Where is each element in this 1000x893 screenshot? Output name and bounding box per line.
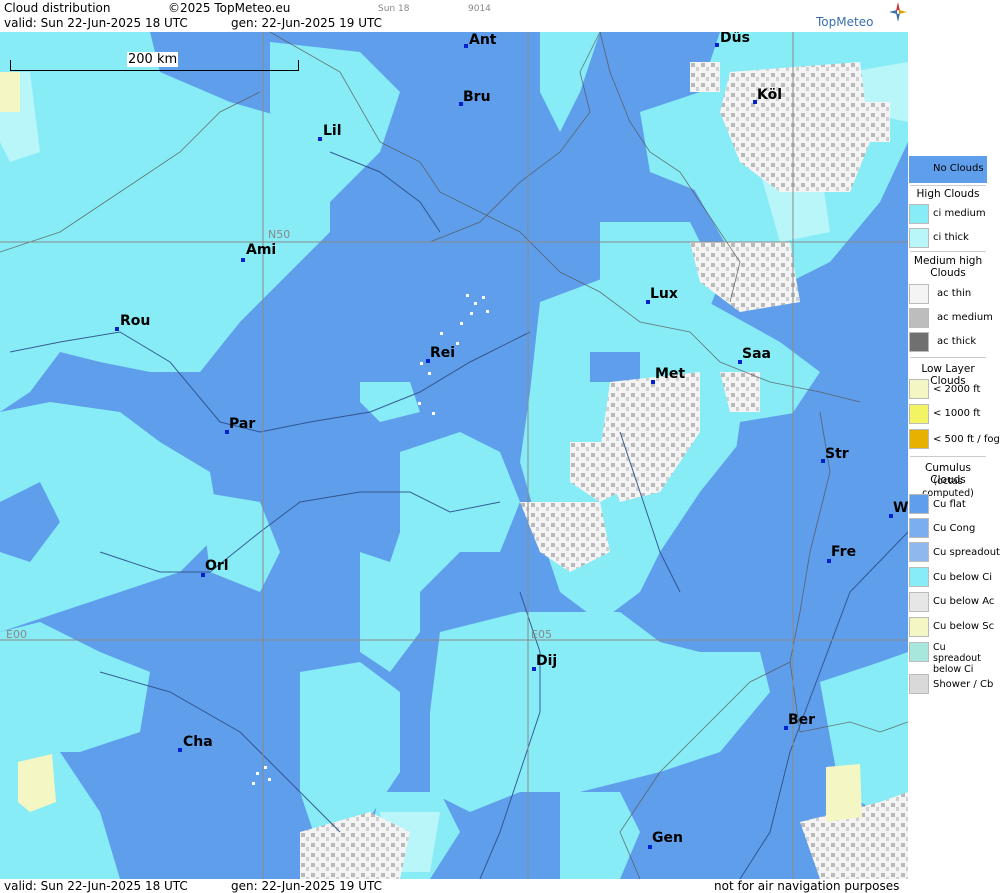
- legend-low-1000-label: < 1000 ft: [933, 408, 981, 419]
- city-label-fre: Fre: [831, 544, 857, 560]
- legend-ac-medium-swatch: [909, 308, 929, 328]
- city-label-rei: Rei: [430, 345, 456, 361]
- legend-ci-thick-label: ci thick: [933, 232, 969, 243]
- legend-low-2000-label: < 2000 ft: [933, 384, 981, 395]
- city-label-ber: Ber: [788, 712, 816, 728]
- city-label-ant: Ant: [469, 32, 497, 48]
- legend-cu-spread-below-ci-label: Cu spreadout below Ci: [933, 642, 981, 675]
- small-code: 9014: [468, 4, 491, 14]
- city-marker: [715, 43, 719, 47]
- city-label-saa: Saa: [742, 346, 771, 362]
- legend-low-2000-swatch: [909, 379, 929, 399]
- lat-label-n50: N50: [268, 228, 291, 241]
- legend-low-1000-swatch: [909, 404, 929, 424]
- header-bar: Cloud distribution ©2025 TopMeteo.eu Sun…: [0, 0, 908, 32]
- legend-cu-below-sc-swatch: [909, 617, 929, 637]
- legend-divider: [910, 185, 986, 186]
- legend-ci-thick-swatch: [909, 228, 929, 248]
- city-marker: [464, 44, 468, 48]
- city-marker: [318, 137, 322, 141]
- city-label-ami: Ami: [246, 242, 277, 258]
- legend-ac-thick-swatch: [909, 332, 929, 352]
- legend-cu-below-ac-swatch: [909, 592, 929, 612]
- city-label-orl: Orl: [205, 558, 229, 574]
- city-label-kol: Köl: [757, 87, 783, 103]
- footer-gen-time: gen: 22-Jun-2025 19 UTC: [231, 879, 383, 893]
- legend-no-clouds-label: No Clouds: [933, 163, 984, 174]
- cloud-map[interactable]: N50 E00 E05 200 km Ant Düs Bru Köl Lil A…: [0, 32, 908, 879]
- legend-cu-spreadout-label: Cu spreadout: [933, 547, 1000, 558]
- legend-low-500-label: < 500 ft / fog: [933, 434, 1000, 445]
- legend-cu-below-ci-label: Cu below Ci: [933, 572, 993, 583]
- legend-ci-medium-label: ci medium: [933, 208, 986, 219]
- footer-valid-time: valid: Sun 22-Jun-2025 18 UTC: [4, 879, 188, 893]
- legend-ac-thin-label: ac thin: [937, 288, 972, 299]
- legend-shower-swatch: [909, 674, 929, 694]
- city-marker: [241, 258, 245, 262]
- legend-shower-label: Shower / Cb: [933, 679, 994, 690]
- legend-cu-below-ac-label: Cu below Ac: [933, 596, 995, 607]
- small-time: Sun 18: [378, 4, 410, 14]
- copyright: ©2025 TopMeteo.eu: [168, 1, 291, 15]
- city-label-cha: Cha: [183, 734, 213, 750]
- legend-cu-spread-below-ci-swatch: [909, 642, 929, 662]
- legend-divider: [910, 456, 986, 457]
- city-marker: [115, 327, 119, 331]
- gen-time: gen: 22-Jun-2025 19 UTC: [231, 16, 383, 30]
- legend-cu-cong-label: Cu Cong: [933, 523, 976, 534]
- legend-medium-heading: Medium high Clouds: [913, 255, 983, 279]
- lon-label-e05: E05: [531, 628, 552, 641]
- city-marker: [178, 748, 182, 752]
- lon-label-e00: E00: [6, 628, 27, 641]
- scale-label: 200 km: [127, 52, 179, 67]
- legend-ci-medium-swatch: [909, 204, 929, 224]
- compass-icon: [889, 2, 907, 22]
- city-label-lil: Lil: [323, 123, 342, 139]
- legend-divider: [910, 251, 986, 252]
- legend-cu-below-sc-label: Cu below Sc: [933, 621, 995, 632]
- city-label-gen: Gen: [652, 830, 683, 846]
- city-label-bru: Bru: [463, 89, 491, 105]
- legend-ac-thick-label: ac thick: [937, 336, 977, 347]
- city-label-dus: Düs: [720, 32, 750, 46]
- legend-cu-flat-label: Cu flat: [933, 499, 966, 510]
- legend-cu-spreadout-swatch: [909, 542, 929, 562]
- map-title: Cloud distribution: [4, 1, 111, 15]
- legend-ac-thin-swatch: [909, 284, 929, 304]
- footer-note: not for air navigation purposes: [714, 879, 900, 893]
- city-label-par: Par: [229, 416, 256, 432]
- city-label-dij: Dij: [536, 653, 558, 669]
- city-label-rou: Rou: [120, 313, 151, 329]
- valid-time: valid: Sun 22-Jun-2025 18 UTC: [4, 16, 188, 30]
- legend-cu-flat-swatch: [909, 494, 929, 514]
- footer-bar: valid: Sun 22-Jun-2025 18 UTC gen: 22-Ju…: [0, 879, 908, 893]
- city-label-lux: Lux: [650, 286, 678, 302]
- map-canvas: [0, 32, 908, 879]
- legend-ac-medium-label: ac medium: [937, 312, 993, 323]
- legend-cu-cong-swatch: [909, 518, 929, 538]
- legend-divider: [910, 357, 986, 358]
- brand-logo: TopMeteo: [816, 15, 874, 29]
- legend-cu-below-ci-swatch: [909, 567, 929, 587]
- legend-high-heading: High Clouds: [916, 188, 980, 200]
- city-label-w: W: [893, 500, 908, 516]
- city-label-str: Str: [825, 446, 849, 462]
- city-label-met: Met: [655, 366, 686, 382]
- legend-low-500-swatch: [909, 429, 929, 449]
